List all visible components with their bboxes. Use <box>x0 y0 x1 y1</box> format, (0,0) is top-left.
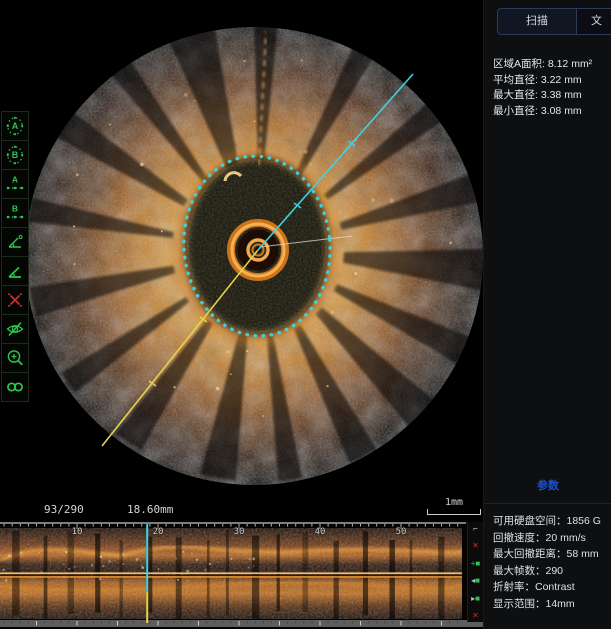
info-line: 显示范围：14mm <box>493 596 601 613</box>
diameter-a-tool[interactable]: A <box>1 169 29 199</box>
svg-text:A: A <box>12 175 18 185</box>
area-b-tool[interactable]: B <box>1 140 29 170</box>
lmode-longitudinal-view[interactable]: 10 20 30 40 50 ⌐ ✕ +■ ◂■ ▸■ ✕ <box>0 520 483 629</box>
measurement-line: 最小直径: 3.08 mm <box>493 104 592 120</box>
add-bookmark-icon[interactable]: +■ <box>468 559 483 568</box>
panel-tabbar: 扫描 文 <box>497 8 611 35</box>
angle-a-tool[interactable] <box>1 227 29 257</box>
info-line: 可用硬盘空间：1856 G <box>493 513 601 530</box>
tab-scan[interactable]: 扫描 <box>498 9 576 34</box>
ruler-tick-label: 20 <box>149 527 167 537</box>
oct-image[interactable] <box>0 0 483 520</box>
prev-bookmark-icon[interactable]: ◂■ <box>468 576 483 585</box>
svg-text:B: B <box>12 150 19 160</box>
delete-bookmark-icon[interactable]: ✕ <box>468 611 483 620</box>
measurement-toolbar: A B A B <box>1 112 29 402</box>
hide-overlay-tool[interactable] <box>1 314 29 344</box>
area-a-tool[interactable]: A <box>1 111 29 141</box>
next-bookmark-icon[interactable]: ▸■ <box>468 594 483 603</box>
range-marker-icon[interactable]: ⌐ <box>468 524 483 533</box>
scale-bar: 1mm <box>427 497 481 515</box>
tab-file-label: 文 <box>591 15 602 27</box>
measurement-line: 区域A面积: 8.12 mm² <box>493 57 592 73</box>
oct-workstation-window: A B A B 93/290 18.60mm 1mm <box>0 0 611 629</box>
svg-text:B: B <box>12 204 18 214</box>
lmode-scrollbar[interactable] <box>0 620 483 627</box>
scale-label: 1mm <box>427 497 481 508</box>
info-line: 折射率：Contrast <box>493 579 601 596</box>
svg-text:A: A <box>12 121 19 131</box>
info-line: 回撤速度：20 mm/s <box>493 530 601 547</box>
system-info: 可用硬盘空间：1856 G回撤速度：20 mm/s最大回撤距离：58 mm最大帧… <box>493 513 601 613</box>
continuous-loop-tool[interactable] <box>1 372 29 402</box>
delete-measurement-tool[interactable] <box>1 285 29 315</box>
pullback-position: 18.60mm <box>127 503 173 516</box>
angle-b-tool[interactable] <box>1 256 29 286</box>
lmode-marker-strip: ⌐ ✕ +■ ◂■ ▸■ ✕ <box>467 522 483 622</box>
info-line: 最大帧数：290 <box>493 563 601 580</box>
measurement-results: 区域A面积: 8.12 mm²平均直径: 3.22 mm最大直径: 3.38 m… <box>493 57 592 119</box>
ruler-tick-label: 40 <box>311 527 329 537</box>
scale-bracket-icon <box>427 509 481 515</box>
info-line: 最大回撤距离：58 mm <box>493 546 601 563</box>
diameter-b-tool[interactable]: B <box>1 198 29 228</box>
tab-file[interactable]: 文 <box>577 9 611 34</box>
params-link[interactable]: 参数 <box>484 477 611 493</box>
ruler-tick-label: 10 <box>68 527 86 537</box>
frame-counter: 93/290 <box>44 503 84 516</box>
oct-cross-section-view[interactable] <box>0 0 483 520</box>
measurement-line: 平均直径: 3.22 mm <box>493 73 592 89</box>
measurement-line: 最大直径: 3.38 mm <box>493 88 592 104</box>
right-panel: 扫描 文 区域A面积: 8.12 mm²平均直径: 3.22 mm最大直径: 3… <box>483 0 611 629</box>
tab-scan-label: 扫描 <box>526 15 548 27</box>
zoom-in-tool[interactable] <box>1 343 29 373</box>
frame-readout: 93/290 18.60mm <box>0 503 483 519</box>
panel-divider <box>484 503 611 504</box>
ruler-tick-label: 50 <box>392 527 410 537</box>
ruler-tick-label: 30 <box>230 527 248 537</box>
frame-playhead[interactable] <box>146 524 148 623</box>
clear-marker-icon[interactable]: ✕ <box>468 541 483 550</box>
